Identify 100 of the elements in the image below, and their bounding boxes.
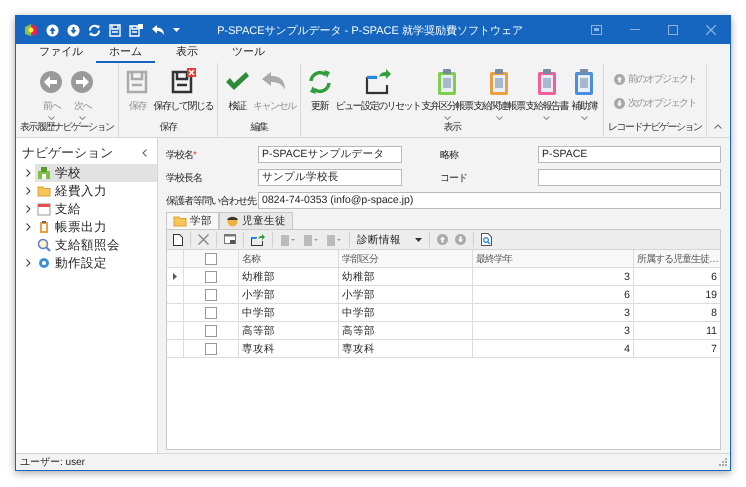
input-field[interactable]: 0824-74-0353 (info@p-space.jp) <box>258 192 721 209</box>
nav-item[interactable]: 学校 <box>35 164 157 182</box>
table-cell: 専攻科 <box>239 340 339 358</box>
panel-title: ナビゲーション <box>22 144 113 162</box>
ribbon-button[interactable]: 支給関連帳票 <box>474 67 524 120</box>
expand-icon[interactable] <box>26 205 31 213</box>
down-arrow-icon <box>614 98 625 108</box>
calendar-icon <box>37 202 51 216</box>
nav-item[interactable]: 動作設定 <box>35 254 157 272</box>
expand-icon[interactable] <box>26 187 31 195</box>
export-icon[interactable] <box>251 234 265 246</box>
preview-icon[interactable] <box>481 233 492 246</box>
field-label: 学校名* <box>166 148 198 162</box>
table-cell: 小学部 <box>239 286 339 304</box>
nav-item[interactable]: 支給額照会 <box>35 236 157 254</box>
table-cell: 小学部 <box>339 286 473 304</box>
minimize-icon[interactable] <box>630 29 640 31</box>
group-label: 編集 <box>250 121 268 134</box>
table-cell: 専攻科 <box>339 340 473 358</box>
table-cell: 11 <box>634 322 720 340</box>
column-header[interactable]: 所属する児童生徒… <box>634 250 720 268</box>
field-label: 保護者等問い合わせ先 <box>166 194 258 208</box>
window-icon[interactable] <box>224 234 236 245</box>
table-cell: 6 <box>473 286 634 304</box>
app-icon <box>24 23 38 37</box>
column-header[interactable]: 最終学年 <box>473 250 634 268</box>
folder-icon <box>37 184 51 198</box>
undo-icon[interactable] <box>151 24 165 36</box>
checkbox[interactable] <box>205 252 217 264</box>
ribbon-button[interactable]: 補助簿 <box>569 67 599 120</box>
group-label: 保存 <box>159 121 176 134</box>
column-header[interactable]: 名称 <box>239 250 339 268</box>
caret-icon <box>496 116 502 120</box>
row-header[interactable] <box>167 268 184 286</box>
field-label: 略称 <box>440 148 460 162</box>
user-label: ユーザー: user <box>20 456 86 469</box>
resize-grip-icon[interactable] <box>719 458 727 466</box>
maximize-icon[interactable] <box>668 25 678 35</box>
table-cell: 3 <box>473 304 634 322</box>
checkbox[interactable] <box>205 270 217 282</box>
close-icon[interactable] <box>706 25 716 35</box>
input-field[interactable]: サンプル学校長 <box>258 169 402 186</box>
ribbon-button[interactable]: 保存して閉じる <box>154 67 213 120</box>
caret-icon[interactable] <box>173 28 180 32</box>
field-label: コード <box>440 172 468 184</box>
table-cell: 幼稚部 <box>339 268 473 286</box>
checkbox[interactable] <box>205 324 217 336</box>
clipboard-icon[interactable] <box>303 234 319 246</box>
expand-icon[interactable] <box>26 223 31 231</box>
caret-icon <box>543 116 550 120</box>
ribbon-tab[interactable]: ツール <box>219 44 278 63</box>
ribbon-tab[interactable]: 表示 <box>163 44 211 63</box>
clipboard-icon[interactable] <box>326 234 342 246</box>
checkbox[interactable] <box>205 342 217 354</box>
tab[interactable]: 児童生徒 <box>219 212 293 229</box>
save-icon[interactable] <box>109 24 121 36</box>
clipboard-icon[interactable] <box>280 234 296 246</box>
checkbox[interactable] <box>205 306 217 318</box>
expand-icon[interactable] <box>26 169 31 177</box>
caret-icon <box>415 238 422 242</box>
table-cell: 高等部 <box>239 322 339 340</box>
ribbon-button[interactable]: 更新 <box>304 67 334 120</box>
collapse-icon[interactable] <box>142 149 147 157</box>
input-field[interactable]: P-SPACEサンプルデータ <box>258 146 402 163</box>
student-icon <box>226 215 239 227</box>
expand-icon[interactable] <box>26 259 31 267</box>
clipboard-icon <box>37 220 51 234</box>
ribbon-button[interactable]: ビュー設定のリセット <box>336 67 420 120</box>
field-label: 学校長名 <box>166 172 203 184</box>
nav-item[interactable]: 帳票出力 <box>35 218 157 236</box>
ribbon-button[interactable]: 支給報告書 <box>526 67 568 120</box>
table-cell: 3 <box>473 322 634 340</box>
new-icon[interactable] <box>173 234 183 246</box>
reset-view-icon <box>363 67 393 97</box>
checkbox[interactable] <box>205 288 217 300</box>
caret-icon <box>444 116 450 120</box>
table-cell: 3 <box>473 268 634 286</box>
nav-item[interactable]: 経費入力 <box>35 182 157 200</box>
folder-icon <box>173 215 187 227</box>
caret-icon <box>580 116 588 120</box>
group-label: レコードナビゲーション <box>608 121 702 134</box>
ribbon-button[interactable]: 支弁区分帳票 <box>422 67 472 120</box>
table-cell: 中学部 <box>339 304 473 322</box>
save-close-icon[interactable] <box>129 24 143 36</box>
tab[interactable]: 学部 <box>166 212 219 229</box>
restore-icon[interactable] <box>591 25 602 35</box>
input-field[interactable]: P-SPACE <box>538 146 721 163</box>
nav-item[interactable]: 支給 <box>35 200 157 218</box>
column-header[interactable]: 学部区分 <box>339 250 473 268</box>
refresh-icon[interactable] <box>88 24 101 36</box>
caret-icon <box>48 116 55 120</box>
ribbon-tab[interactable]: ファイル <box>26 44 96 63</box>
diagnostics-dropdown[interactable]: 診断情報 <box>357 232 422 246</box>
delete-icon[interactable] <box>198 234 209 245</box>
table-cell: 4 <box>473 340 634 358</box>
ribbon-button[interactable]: 検証 <box>222 67 252 120</box>
school-icon <box>37 166 51 180</box>
ribbon-tab[interactable]: ホーム <box>96 44 155 63</box>
input-field[interactable] <box>538 169 721 186</box>
collapse-icon[interactable] <box>714 124 722 129</box>
